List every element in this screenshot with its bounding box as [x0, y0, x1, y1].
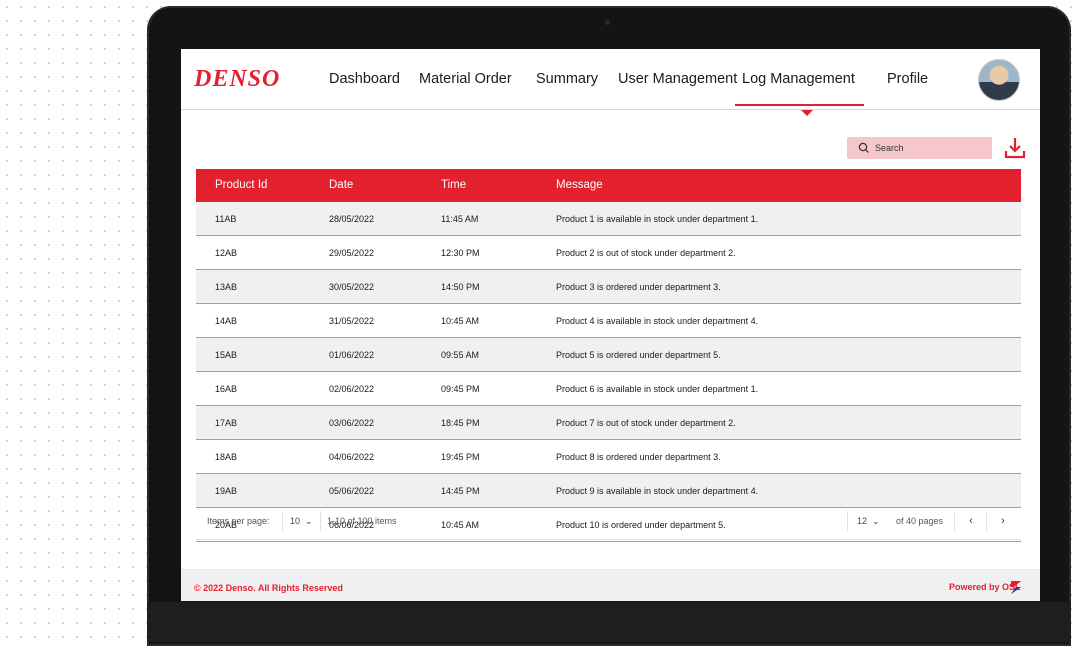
- user-avatar[interactable]: [978, 59, 1020, 101]
- laptop-frame: DENSO Dashboard Material Order Summary U…: [147, 6, 1071, 646]
- camera-dot: [605, 20, 610, 25]
- osl-logo-icon: [1011, 581, 1021, 594]
- table-row[interactable]: 14AB 31/05/2022 10:45 AM Product 4 is av…: [196, 304, 1021, 338]
- cell-date: 29/05/2022: [329, 248, 375, 258]
- cell-message: Product 1 is available in stock under de…: [556, 214, 759, 224]
- cell-date: 04/06/2022: [329, 452, 375, 462]
- items-per-page-value: 10: [290, 516, 301, 526]
- chevron-down-icon: ⌄: [305, 516, 313, 526]
- items-per-page-select[interactable]: 10 ⌄: [290, 516, 313, 527]
- search-box[interactable]: [847, 137, 992, 159]
- top-navigation: DENSO Dashboard Material Order Summary U…: [181, 49, 1040, 110]
- pages-total-text: of 40 pages: [896, 516, 944, 526]
- laptop-bottom-bezel: [147, 602, 1071, 642]
- nav-dashboard[interactable]: Dashboard: [329, 71, 400, 87]
- next-page-button[interactable]: ›: [992, 510, 1014, 532]
- cell-time: 11:45 AM: [441, 214, 479, 224]
- cell-product-id: 17AB: [215, 418, 238, 428]
- cell-time: 09:45 PM: [441, 384, 480, 394]
- app-screen: DENSO Dashboard Material Order Summary U…: [181, 49, 1040, 601]
- cell-message: Product 2 is out of stock under departme…: [556, 248, 736, 258]
- table-row[interactable]: 17AB 03/06/2022 18:45 PM Product 7 is ou…: [196, 406, 1021, 440]
- cell-product-id: 19AB: [215, 486, 238, 496]
- log-table: Product Id Date Time Message 11AB 28/05/…: [196, 169, 1021, 542]
- copyright-text: © 2022 Denso. All Rights Reserved: [194, 583, 343, 593]
- denso-logo[interactable]: DENSO: [194, 66, 280, 93]
- cell-message: Product 5 is ordered under department 5.: [556, 350, 721, 360]
- pager-divider: [320, 511, 321, 531]
- cell-product-id: 15AB: [215, 350, 238, 360]
- column-header-time[interactable]: Time: [441, 179, 466, 191]
- cell-product-id: 12AB: [215, 248, 238, 258]
- cell-date: 30/05/2022: [329, 282, 375, 292]
- chevron-left-icon: ‹: [969, 515, 973, 527]
- search-icon: [858, 142, 869, 153]
- column-header-product-id[interactable]: Product Id: [215, 179, 267, 191]
- cell-message: Product 9 is available in stock under de…: [556, 486, 759, 496]
- cell-date: 03/06/2022: [329, 418, 375, 428]
- items-range-text: 1-10 of 100 items: [327, 516, 397, 526]
- cell-date: 31/05/2022: [329, 316, 375, 326]
- prev-page-button[interactable]: ‹: [960, 510, 982, 532]
- cell-product-id: 18AB: [215, 452, 238, 462]
- pagination-bar: Items per page: 10 ⌄ 1-10 of 100 items 1…: [196, 503, 1021, 540]
- cell-date: 01/06/2022: [329, 350, 375, 360]
- nav-user-management[interactable]: User Management: [618, 71, 737, 87]
- page-value: 12: [857, 516, 868, 526]
- nav-summary[interactable]: Summary: [536, 71, 598, 87]
- column-header-message[interactable]: Message: [556, 179, 603, 191]
- table-row[interactable]: 13AB 30/05/2022 14:50 PM Product 3 is or…: [196, 270, 1021, 304]
- cell-product-id: 11AB: [215, 214, 237, 224]
- pager-divider: [282, 511, 283, 531]
- nav-material-order[interactable]: Material Order: [419, 71, 512, 87]
- cell-product-id: 14AB: [215, 316, 238, 326]
- cell-product-id: 16AB: [215, 384, 238, 394]
- table-row[interactable]: 16AB 02/06/2022 09:45 PM Product 6 is av…: [196, 372, 1021, 406]
- cell-date: 05/06/2022: [329, 486, 375, 496]
- cell-message: Product 8 is ordered under department 3.: [556, 452, 721, 462]
- table-header: Product Id Date Time Message: [196, 169, 1021, 202]
- cell-time: 12:30 PM: [441, 248, 480, 258]
- search-input[interactable]: [873, 142, 987, 154]
- cell-message: Product 4 is available in stock under de…: [556, 316, 759, 326]
- active-tab-indicator-icon: [801, 110, 813, 116]
- cell-product-id: 13AB: [215, 282, 238, 292]
- table-row[interactable]: 11AB 28/05/2022 11:45 AM Product 1 is av…: [196, 202, 1021, 236]
- footer: © 2022 Denso. All Rights Reserved Powere…: [181, 569, 1040, 601]
- items-per-page-label: Items per page:: [207, 516, 270, 526]
- nav-profile[interactable]: Profile: [887, 71, 928, 87]
- column-header-date[interactable]: Date: [329, 179, 353, 191]
- pager-divider: [954, 511, 955, 531]
- pager-divider: [986, 511, 987, 531]
- cell-time: 19:45 PM: [441, 452, 480, 462]
- nav-log-management[interactable]: Log Management: [735, 71, 864, 106]
- cell-time: 09:55 AM: [441, 350, 480, 360]
- cell-message: Product 7 is out of stock under departme…: [556, 418, 736, 428]
- pager-divider: [847, 511, 848, 531]
- cell-date: 02/06/2022: [329, 384, 375, 394]
- cell-time: 14:45 PM: [441, 486, 480, 496]
- page-select[interactable]: 12 ⌄: [857, 516, 880, 527]
- cell-message: Product 3 is ordered under department 3.: [556, 282, 721, 292]
- table-row[interactable]: 15AB 01/06/2022 09:55 AM Product 5 is or…: [196, 338, 1021, 372]
- table-row[interactable]: 18AB 04/06/2022 19:45 PM Product 8 is or…: [196, 440, 1021, 474]
- cell-message: Product 6 is available in stock under de…: [556, 384, 759, 394]
- cell-time: 10:45 AM: [441, 316, 480, 326]
- cell-time: 14:50 PM: [441, 282, 480, 292]
- table-row[interactable]: 12AB 29/05/2022 12:30 PM Product 2 is ou…: [196, 236, 1021, 270]
- download-icon[interactable]: [1003, 135, 1027, 161]
- cell-time: 18:45 PM: [441, 418, 480, 428]
- chevron-right-icon: ›: [1001, 515, 1005, 527]
- chevron-down-icon: ⌄: [872, 516, 880, 526]
- cell-date: 28/05/2022: [329, 214, 375, 224]
